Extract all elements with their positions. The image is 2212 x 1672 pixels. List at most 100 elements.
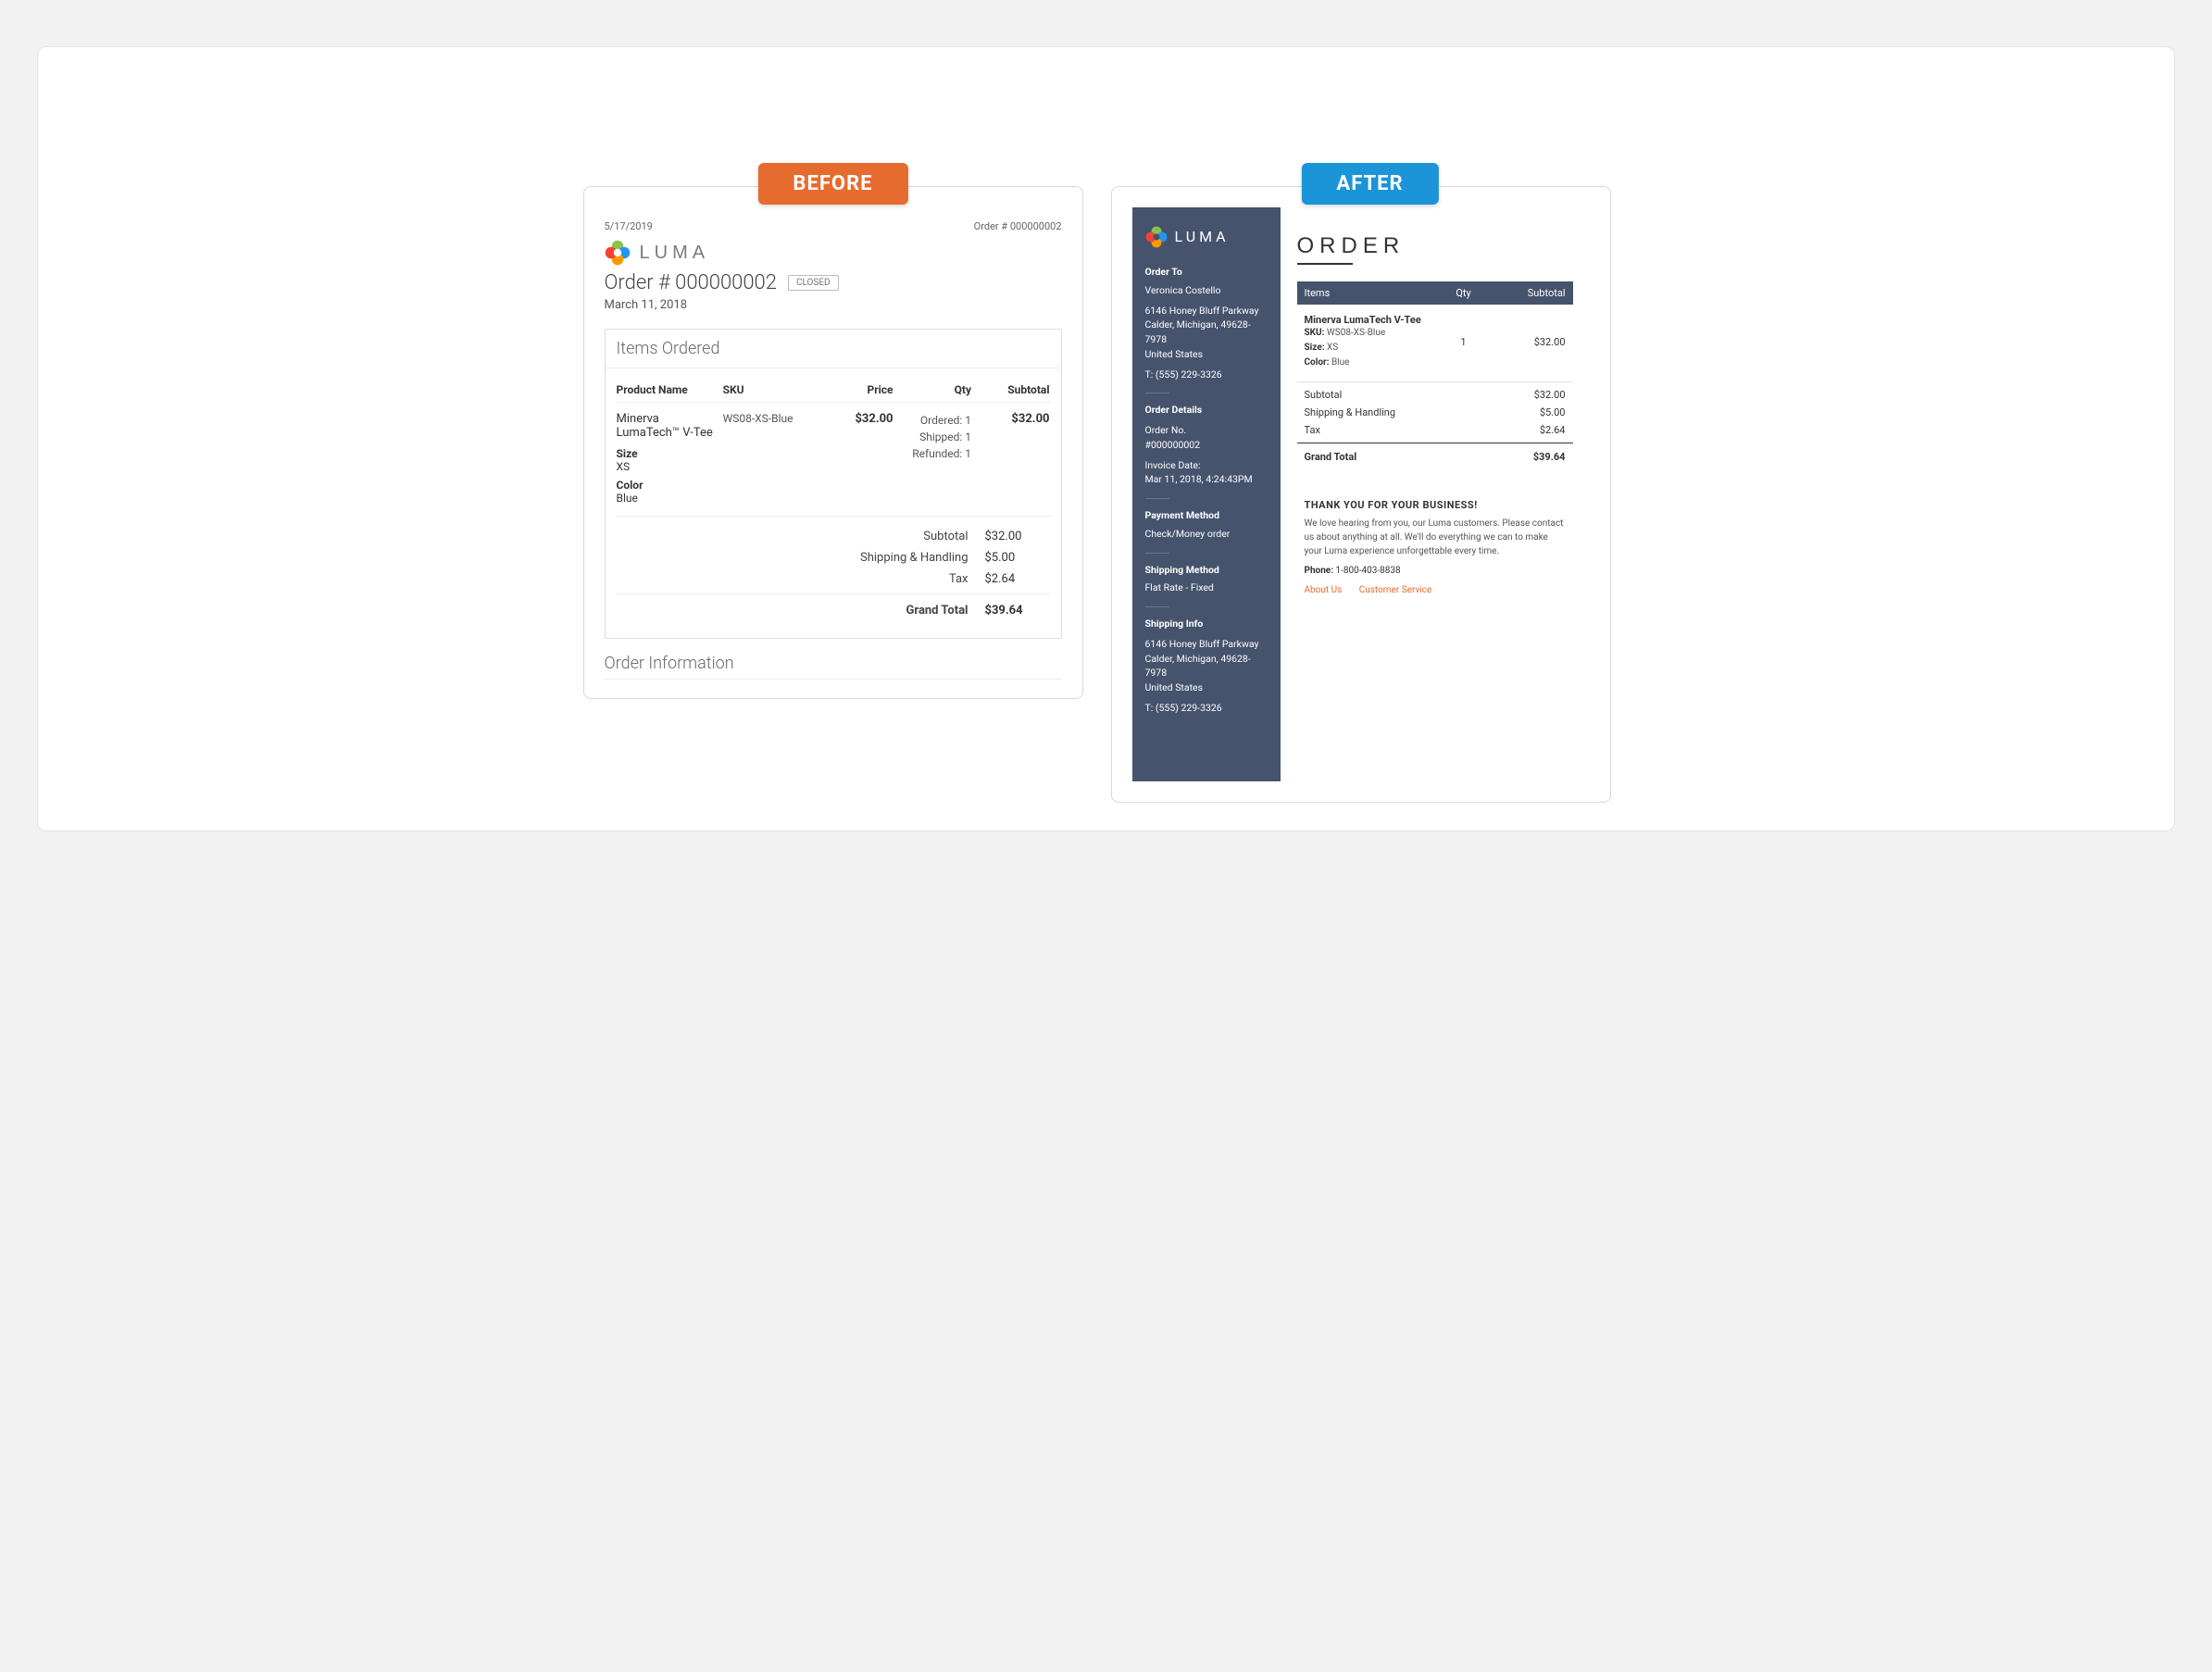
col-price: Price <box>822 383 894 396</box>
col-items: Items <box>1305 287 1436 299</box>
size-label: Size: <box>1305 343 1325 353</box>
before-top-order: Order # 000000002 <box>974 220 1062 232</box>
order-details-label: Order Details <box>1145 403 1268 418</box>
before-pane: 5/17/2019 Order # 000000002 LUMA Order #… <box>583 186 1083 699</box>
qty-block: Ordered: 1 Shipped: 1 Refunded: 1 <box>901 412 971 462</box>
totals-block: Subtotal$32.00 Shipping & Handling$5.00 … <box>617 517 1050 625</box>
subtotal-value: $32.00 <box>985 530 1050 543</box>
product-attrs: Size XS Color Blue <box>617 447 716 505</box>
col-qty: Qty <box>1436 287 1492 299</box>
customer-service-link[interactable]: Customer Service <box>1359 585 1432 595</box>
order-info-heading: Order Information <box>605 654 1062 680</box>
after-body: LUMA Order To Veronica Costello 6146 Hon… <box>1132 207 1590 781</box>
subtotal-label: Subtotal <box>1305 389 1343 401</box>
order-number: Order # 000000002 <box>605 271 777 294</box>
col-subtotal: Subtotal <box>1492 287 1566 299</box>
size-value: XS <box>617 460 716 473</box>
qty-shipped-val: 1 <box>965 430 971 443</box>
after-logo-row: LUMA <box>1145 226 1268 248</box>
items-section: Items Ordered Product Name SKU Price Qty… <box>605 329 1062 639</box>
qty-refunded-val: 1 <box>965 447 971 460</box>
luma-logo-icon <box>605 240 631 266</box>
about-us-link[interactable]: About Us <box>1305 585 1343 595</box>
ship-label: Shipping & Handling <box>860 551 968 565</box>
payment-method-label: Payment Method <box>1145 508 1268 523</box>
order-date: March 11, 2018 <box>605 298 1062 312</box>
ship-addr-line2: Calder, Michigan, 49628-7978 <box>1145 652 1268 681</box>
ship-value: $5.00 <box>1540 406 1566 418</box>
table-row: Minerva LumaTech V-Tee SKU: WS08-XS-Blue… <box>1297 305 1573 382</box>
before-badge: BEFORE <box>757 163 907 205</box>
addr-country: United States <box>1145 347 1268 362</box>
row-subtotal: $32.00 <box>1492 336 1566 348</box>
invoice-date-label: Invoice Date: <box>1145 458 1268 473</box>
color-label: Color: <box>1305 357 1330 368</box>
invoice-date-value: Mar 11, 2018, 4:24:43PM <box>1145 472 1268 487</box>
size-label: Size <box>617 447 638 460</box>
col-sku: SKU <box>723 383 815 396</box>
ship-value: $5.00 <box>985 551 1050 565</box>
order-to-label: Order To <box>1145 265 1268 280</box>
payment-method-value: Check/Money order <box>1145 527 1268 542</box>
after-table-header: Items Qty Subtotal <box>1297 281 1573 305</box>
status-badge: CLOSED <box>788 275 839 291</box>
tax-label: Tax <box>949 572 969 586</box>
shipping-method-value: Flat Rate - Fixed <box>1145 580 1268 595</box>
qty-ordered-val: 1 <box>965 414 971 427</box>
qty-value: 1 <box>1436 336 1492 348</box>
color-value: Blue <box>617 492 716 505</box>
ship-addr-country: United States <box>1145 680 1268 695</box>
thanks-message: We love hearing from you, our Luma custo… <box>1297 517 1573 566</box>
ship-addr-line1: 6146 Honey Bluff Parkway <box>1145 637 1268 652</box>
order-to-name: Veronica Costello <box>1145 283 1268 298</box>
orderno-label: Order No. <box>1145 423 1268 438</box>
comparison-card: BEFORE 5/17/2019 Order # 000000002 LUMA <box>37 46 2175 831</box>
row-subtotal: $32.00 <box>979 412 1050 426</box>
tel-label: T: <box>1145 368 1154 381</box>
addr-line1: 6146 Honey Bluff Parkway <box>1145 304 1268 318</box>
grand-value: $39.64 <box>985 604 1050 618</box>
sku-value: WS08-XS-Blue <box>1327 328 1385 338</box>
before-logo-row: LUMA <box>605 240 1062 266</box>
after-totals: Subtotal$32.00 Shipping & Handling$5.00 … <box>1297 386 1573 466</box>
size-value: XS <box>1327 343 1338 353</box>
after-badge: AFTER <box>1301 163 1438 205</box>
after-pane-wrap: AFTER LUMA Order To <box>1111 186 1630 803</box>
col-qty: Qty <box>901 383 971 396</box>
tel-value: (555) 229-3326 <box>1156 368 1222 381</box>
product-name: Minerva LumaTech™ V-Tee <box>617 412 716 440</box>
addr-line2: Calder, Michigan, 49628-7978 <box>1145 318 1268 347</box>
brand-text: LUMA <box>1175 226 1230 248</box>
subtotal-label: Subtotal <box>923 530 968 543</box>
item-name: Minerva LumaTech V-Tee <box>1305 314 1436 326</box>
grand-label: Grand Total <box>906 604 969 618</box>
after-main: ORDER Items Qty Subtotal Minerva LumaTec… <box>1281 207 1590 781</box>
qty-refunded-label: Refunded: <box>912 447 962 460</box>
page-title: ORDER <box>1297 233 1573 259</box>
after-pane: LUMA Order To Veronica Costello 6146 Hon… <box>1111 186 1611 803</box>
items-table-header: Product Name SKU Price Qty Subtotal <box>617 376 1050 403</box>
qty-ordered-label: Ordered: <box>920 414 962 427</box>
sku-value: WS08-XS-Blue <box>723 412 815 425</box>
phone-label: Phone: <box>1305 566 1334 576</box>
qty-shipped-label: Shipped: <box>919 430 962 443</box>
brand-text: LUMA <box>640 243 710 264</box>
ship-tel-label: T: <box>1145 702 1154 714</box>
items-table: Product Name SKU Price Qty Subtotal Mine… <box>606 368 1061 638</box>
item-cell: Minerva LumaTech V-Tee SKU: WS08-XS-Blue… <box>1305 314 1436 370</box>
divider <box>1145 553 1169 554</box>
col-product-name: Product Name <box>617 383 716 396</box>
phone-value: 1-800-403-8838 <box>1336 566 1401 576</box>
ship-tel-value: (555) 229-3326 <box>1156 702 1222 714</box>
sku-label: SKU: <box>1305 328 1325 338</box>
shipping-method-label: Shipping Method <box>1145 563 1268 578</box>
items-section-title: Items Ordered <box>606 330 1061 368</box>
divider <box>1145 498 1169 499</box>
order-to-block: Order To Veronica Costello 6146 Honey Bl… <box>1145 265 1268 381</box>
shipping-info-label: Shipping Info <box>1145 617 1268 631</box>
thanks-heading: THANK YOU FOR YOUR BUSINESS! <box>1297 499 1573 511</box>
color-label: Color <box>617 479 644 492</box>
grand-value: $39.64 <box>1533 451 1566 463</box>
price-value: $32.00 <box>822 412 894 426</box>
before-order-line: Order # 000000002 CLOSED <box>605 271 1062 294</box>
